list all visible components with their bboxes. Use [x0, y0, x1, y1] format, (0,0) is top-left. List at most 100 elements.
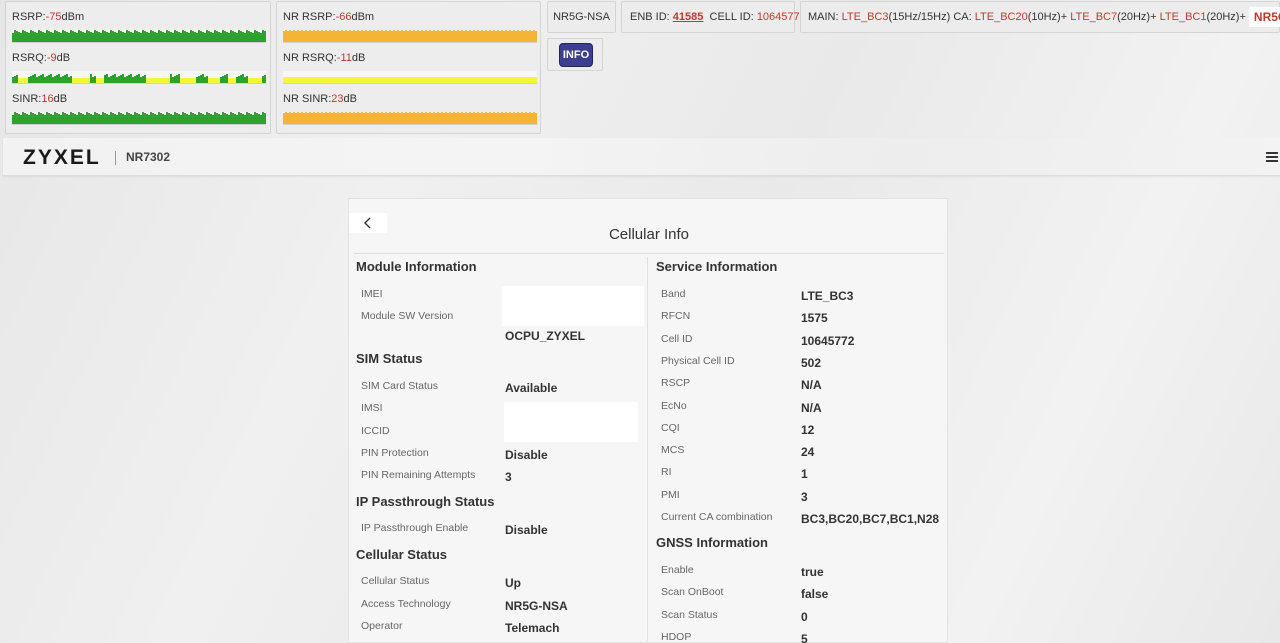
nr-rsrp-bar: [283, 30, 537, 43]
ca-band-1: LTE_BC20: [974, 11, 1028, 23]
ca-bandwidth-2: (20Hz)+: [1117, 11, 1157, 23]
rsrp-label: RSRP:-75dBm: [12, 11, 85, 23]
pin-protection-value: Disable: [505, 448, 548, 462]
cellular-status-label: Cellular Status: [361, 575, 430, 587]
service-row-label: Cell ID: [661, 332, 693, 345]
main-label: MAIN:: [808, 11, 839, 23]
module-sw-version-value: OCPU_ZYXEL: [505, 329, 586, 343]
service-row-value: 3: [801, 489, 808, 504]
network-mode: NR5G-NSA: [553, 11, 610, 23]
signal-strip: RSRP:-75dBm RSRQ:-9dB SINR:16dB NR RSRP:…: [0, 0, 1280, 138]
service-row-label: MCS: [661, 444, 685, 457]
redacted-sim-ids: [504, 402, 638, 442]
service-information-heading: Service Information: [656, 259, 778, 274]
service-row-value: 10645772: [801, 333, 855, 348]
carrier-aggregation-box: MAIN: LTE_BC3 (15Hz/15Hz) CA: LTE_BC20 (10…: [800, 1, 1280, 33]
gnss-row-value: 5: [801, 631, 808, 643]
nr-rsrp-label: NR RSRP:-66dBm: [283, 11, 375, 23]
cellular-status-value: Up: [505, 576, 521, 590]
gnss-row-label: Enable: [661, 564, 694, 576]
service-row-value: 24: [801, 445, 815, 460]
service-row-value: 12: [801, 422, 815, 437]
service-row-value: N/A: [801, 400, 822, 415]
gnss-row-value: true: [801, 565, 824, 579]
pin-remaining-attempts-value: 3: [505, 470, 512, 484]
main-bandwidth: (15Hz/15Hz): [888, 11, 951, 23]
imei-label: IMEI: [361, 288, 383, 300]
operator-label: Operator: [361, 620, 403, 632]
rsrq-bar: [12, 71, 266, 84]
pin-remaining-attempts-label: PIN Remaining Attempts: [361, 469, 476, 481]
cell-id-value: 10645772: [756, 11, 806, 23]
service-row-value: 1: [801, 467, 808, 482]
imsi-label: IMSI: [361, 402, 383, 414]
gnss-row-label: HDOP: [661, 630, 692, 643]
cellular-status-heading: Cellular Status: [356, 547, 448, 562]
nr-rsrq-bar: [283, 71, 537, 84]
redacted-module-info: [502, 286, 644, 326]
service-row-label: CQI: [661, 421, 680, 434]
cellular-info-card: Cellular Info Module Information IMEI Mo…: [348, 198, 948, 643]
ca-bandwidth-1: (10Hz)+: [1027, 11, 1068, 23]
title-divider: [354, 253, 944, 254]
ca-band-2: LTE_BC7: [1070, 11, 1118, 23]
ca-bandwidth-3: (20Hz)+: [1206, 11, 1246, 23]
sinr-label: SINR:16dB: [12, 93, 68, 105]
sinr-bar: [12, 112, 266, 125]
enb-id-link[interactable]: 41585: [673, 11, 704, 23]
enb-label: ENB ID:: [630, 11, 670, 23]
sim-card-status-value: Available: [505, 381, 558, 395]
enb-cell-box: ENB ID: 41585 CELL ID: 10645772: [621, 1, 806, 33]
nr-band: NR5G_N28: [1248, 7, 1280, 27]
service-row-label: Current CA combination: [661, 511, 773, 523]
sim-status-heading: SIM Status: [356, 351, 423, 366]
module-sw-version-label: Module SW Version: [361, 310, 454, 322]
info-button[interactable]: INFO: [559, 43, 593, 67]
nr-signal-panel: NR RSRP:-66dBm NR RSRQ:-11dB NR SINR:23d…: [276, 1, 541, 134]
service-row-value: 502: [801, 355, 822, 370]
ip-passthrough-enable-label: IP Passthrough Enable: [361, 522, 469, 534]
gnss-row-value: 0: [801, 609, 808, 624]
service-row-value: 1575: [801, 311, 828, 326]
lte-signal-panel: RSRP:-75dBm RSRQ:-9dB SINR:16dB: [5, 1, 271, 134]
nr-rsrq-label: NR RSRQ:-11dB: [283, 52, 366, 64]
device-model: NR7302: [126, 150, 171, 164]
ip-passthrough-heading: IP Passthrough Status: [356, 494, 495, 509]
network-mode-box: NR5G-NSA: [547, 1, 616, 33]
ip-passthrough-enable-value: Disable: [505, 523, 548, 537]
top-header: ZYXEL NR7302: [3, 138, 1280, 176]
module-information-heading: Module Information: [356, 259, 477, 274]
logo-divider: [115, 151, 116, 165]
service-row-label: RI: [661, 466, 672, 479]
access-technology-label: Access Technology: [361, 598, 451, 610]
service-row-label: Physical Cell ID: [661, 354, 735, 367]
column-divider: [647, 257, 648, 643]
pin-protection-label: PIN Protection: [361, 447, 429, 459]
ca-band-3: LTE_BC1: [1159, 11, 1207, 23]
service-row-value: N/A: [801, 378, 822, 393]
zyxel-logo[interactable]: ZYXEL: [23, 146, 101, 170]
cell-id-label: CELL ID:: [709, 11, 754, 23]
nr-sinr-label: NR SINR:23dB: [283, 93, 357, 105]
hamburger-menu-icon[interactable]: [1266, 152, 1278, 162]
main-band: LTE_BC3: [841, 11, 889, 23]
iccid-label: ICCID: [361, 425, 390, 437]
access-technology-value: NR5G-NSA: [505, 599, 568, 613]
service-row-value: LTE_BC3: [801, 289, 854, 303]
sim-card-status-label: SIM Card Status: [361, 380, 439, 392]
gnss-information-heading: GNSS Information: [656, 535, 768, 550]
service-row-label: Band: [661, 288, 686, 300]
service-row-label: RFCN: [661, 310, 691, 323]
page-title: Cellular Info: [608, 226, 690, 243]
service-row-label: RSCP: [661, 377, 691, 390]
rsrp-bar: [12, 30, 266, 43]
gnss-row-label: Scan Status: [661, 608, 718, 621]
nr-sinr-bar: [283, 112, 537, 125]
operator-value: Telemach: [505, 621, 560, 635]
service-row-label: PMI: [661, 488, 680, 501]
ca-label: CA:: [953, 11, 972, 23]
rsrq-label: RSRQ:-9dB: [12, 52, 71, 64]
service-row-label: EcNo: [661, 399, 687, 412]
gnss-row-value: false: [801, 587, 829, 602]
gnss-row-label: Scan OnBoot: [661, 586, 724, 599]
